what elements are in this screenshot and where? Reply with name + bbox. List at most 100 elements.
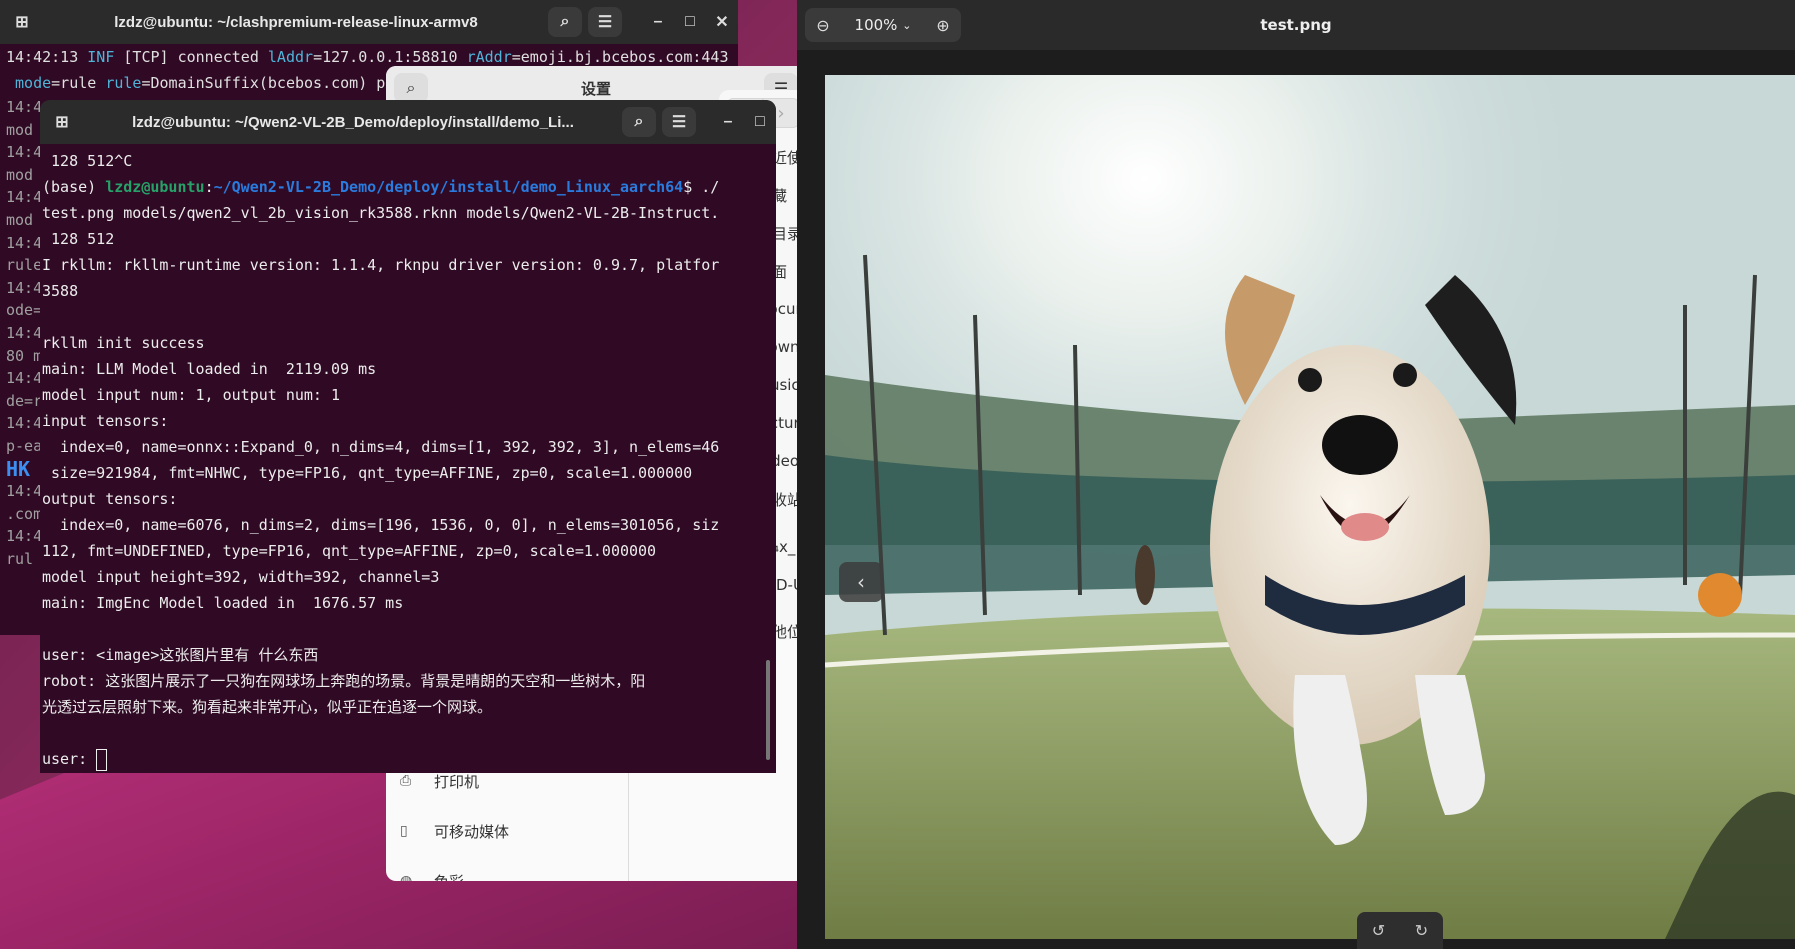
terminal-line: input tensors: <box>42 412 169 430</box>
previous-image-button[interactable]: ‹ <box>839 562 883 602</box>
chevron-right-icon: › <box>777 102 785 124</box>
maximize-icon: □ <box>685 13 695 30</box>
new-tab-icon: ⊞ <box>55 114 69 131</box>
log-value: =DomainSuffix(bcebos.com) <box>141 74 368 92</box>
terminal-line: main: ImgEnc Model loaded in 1676.57 ms <box>42 594 404 612</box>
search-icon: ⌕ <box>560 13 570 30</box>
palette-icon: ◍ <box>400 873 413 881</box>
terminal-line: user: <image>这张图片里有 什么东西 <box>42 646 319 664</box>
log-value: =rule <box>51 74 97 92</box>
menu-button[interactable]: ☰ <box>588 7 622 37</box>
search-icon: ⌕ <box>406 78 416 97</box>
qwen-terminal-window[interactable]: ⊞ lzdz@ubuntu: ~/Qwen2-VL-2B_Demo/deploy… <box>40 100 776 773</box>
log-level: INF <box>87 48 115 66</box>
terminal-line: 112, fmt=UNDEFINED, type=FP16, qnt_type=… <box>42 542 657 560</box>
settings-item-color[interactable]: ◍ 色彩 <box>386 856 628 882</box>
terminal-line: main: LLM Model loaded in 2119.09 ms <box>42 360 377 378</box>
terminal-line: 128 512^C <box>42 152 133 170</box>
window-title: lzdz@ubuntu: ~/Qwen2-VL-2B_Demo/deploy/i… <box>132 113 574 131</box>
input-prefix: user: <box>42 750 97 768</box>
chevron-left-icon: ‹ <box>857 570 865 594</box>
log-time: 14:42:13 <box>6 48 79 66</box>
prompt-tail: $ ./ <box>683 178 720 196</box>
terminal-line: model input num: 1, output num: 1 <box>42 386 341 404</box>
viewer-header[interactable]: test.png ⊖ 100% ⌄ ⊕ <box>797 0 1795 50</box>
zoom-level-dropdown[interactable]: 100% ⌄ <box>841 16 925 34</box>
terminal-line: robot: 这张图片展示了一只狗在网球场上奔跑的场景。背景是晴朗的天空和一些树… <box>42 672 646 690</box>
new-tab-button[interactable]: ⊞ <box>45 107 79 137</box>
rotate-left-button[interactable]: ↺ <box>1372 921 1385 940</box>
new-tab-button[interactable]: ⊞ <box>0 7 44 37</box>
rotate-toolbar: ↺ ↻ <box>1357 912 1443 949</box>
terminal-line: (base) lzdz@ubuntu:~/Qwen2-VL-2B_Demo/de… <box>42 174 774 200</box>
zoom-controls: ⊖ 100% ⌄ ⊕ <box>805 8 961 42</box>
window-title: lzdz@ubuntu: ~/clashpremium-release-linu… <box>114 13 478 31</box>
log-value: =127.0.0.1:58810 <box>313 48 458 66</box>
log-key: rAddr <box>466 48 512 66</box>
hamburger-icon: ☰ <box>597 14 613 31</box>
maximize-button[interactable]: □ <box>674 7 706 37</box>
log-key: rule <box>105 74 142 92</box>
terminal-line: rkllm init success <box>42 334 205 352</box>
minimize-icon: – <box>723 113 733 130</box>
terminal-line: 光透过云层照射下来。狗看起来非常开心，似乎正在追逐一个网球。 <box>42 698 493 716</box>
log-key: lAddr <box>267 48 314 66</box>
minimize-button[interactable]: – <box>712 107 744 137</box>
settings-item-label: 色彩 <box>434 871 464 882</box>
terminal-input-line[interactable]: user: <box>42 746 774 772</box>
close-button[interactable]: ✕ <box>706 7 738 37</box>
minimize-button[interactable]: – <box>642 7 674 37</box>
prompt-env: (base) <box>42 178 106 196</box>
clash-terminal-titlebar[interactable]: ⊞ lzdz@ubuntu: ~/clashpremium-release-li… <box>0 0 738 44</box>
prompt-sep: : <box>204 178 214 196</box>
terminal-line: I rkllm: rkllm-runtime version: 1.1.4, r… <box>42 256 720 274</box>
maximize-icon: □ <box>755 113 765 130</box>
qwen-terminal-titlebar[interactable]: ⊞ lzdz@ubuntu: ~/Qwen2-VL-2B_Demo/deploy… <box>40 100 776 144</box>
hamburger-icon: ☰ <box>671 114 687 131</box>
settings-sidebar: ⎙ 打印机 ▯ 可移动媒体 ◍ 色彩 <box>386 756 628 882</box>
image-viewer-window[interactable]: test.png ⊖ 100% ⌄ ⊕ ‹ ↺ ↻ <box>797 0 1795 949</box>
printer-icon: ⎙ <box>400 773 412 789</box>
text-cursor <box>96 748 108 771</box>
zoom-in-icon: ⊕ <box>936 15 950 35</box>
terminal-line: 3588 <box>42 282 79 300</box>
menu-button[interactable]: ☰ <box>662 107 696 137</box>
zoom-out-icon: ⊖ <box>816 15 830 35</box>
rotate-left-icon: ↺ <box>1371 921 1386 940</box>
search-button[interactable]: ⌕ <box>622 107 656 137</box>
minimize-icon: – <box>653 13 663 30</box>
terminal-line: test.png models/qwen2_vl_2b_vision_rk358… <box>42 204 720 222</box>
search-button[interactable]: ⌕ <box>548 7 582 37</box>
dog-photo <box>825 75 1795 939</box>
rotate-right-icon: ↻ <box>1414 921 1429 940</box>
settings-item-removable-media[interactable]: ▯ 可移动媒体 <box>386 806 628 856</box>
settings-title: 设置 <box>580 79 611 98</box>
terminal-line: 128 512 <box>42 230 115 248</box>
prompt-user: lzdz@ubuntu <box>105 178 205 196</box>
log-text: p <box>376 74 386 92</box>
settings-item-label: 打印机 <box>434 772 480 791</box>
zoom-in-button[interactable]: ⊕ <box>925 8 961 42</box>
maximize-button[interactable]: □ <box>744 107 776 137</box>
log-value: =emoji.bj.bcebos.com:443 <box>511 48 729 66</box>
terminal-line: index=0, name=6076, n_dims=2, dims=[196,… <box>42 516 720 534</box>
terminal-scrollbar[interactable] <box>766 660 770 760</box>
image-canvas[interactable]: ‹ <box>825 75 1795 939</box>
usb-icon: ▯ <box>400 823 408 839</box>
zoom-out-button[interactable]: ⊖ <box>805 8 841 42</box>
chevron-down-icon: ⌄ <box>902 18 912 32</box>
qwen-terminal-output[interactable]: 128 512^C (base) lzdz@ubuntu:~/Qwen2-VL-2… <box>40 144 776 773</box>
log-text: [TCP] connected <box>123 48 259 66</box>
settings-item-label: 可移动媒体 <box>434 822 510 841</box>
terminal-line: model input height=392, width=392, chann… <box>42 568 440 586</box>
new-tab-icon: ⊞ <box>15 14 29 31</box>
log-key: mode <box>15 74 52 92</box>
zoom-level: 100% <box>854 16 898 34</box>
rotate-right-button[interactable]: ↻ <box>1415 921 1428 940</box>
settings-search-button[interactable]: ⌕ <box>394 73 428 103</box>
terminal-line: index=0, name=onnx::Expand_0, n_dims=4, … <box>42 438 720 456</box>
search-icon: ⌕ <box>634 113 644 130</box>
